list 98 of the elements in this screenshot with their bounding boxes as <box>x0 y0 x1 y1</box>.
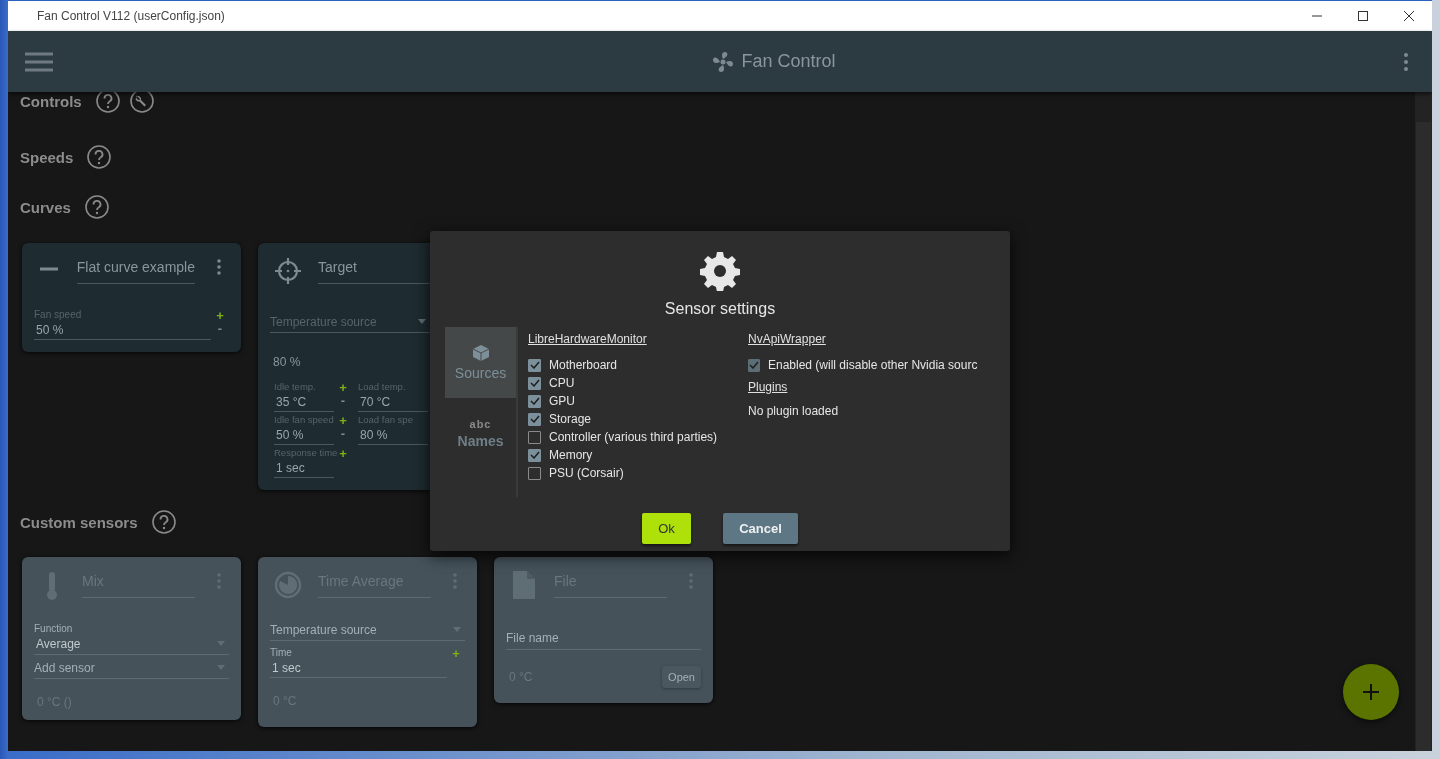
checkbox[interactable] <box>528 376 541 390</box>
increase-button[interactable]: + <box>452 647 460 660</box>
dropdown-field[interactable]: Temperature source <box>270 623 465 641</box>
dropdown-field[interactable]: Add sensor <box>34 661 229 679</box>
check-icon <box>529 361 540 369</box>
field-value: 50 % <box>275 427 305 442</box>
scrollbar[interactable] <box>1415 92 1432 751</box>
check-icon <box>529 379 540 387</box>
dropdown-arrow-icon <box>418 319 426 324</box>
check-icon <box>529 415 540 423</box>
checkbox[interactable] <box>528 430 541 444</box>
section-title: Controls <box>20 92 82 110</box>
field-label: Time <box>270 647 293 658</box>
increase-button[interactable]: + <box>339 414 347 427</box>
checkbox[interactable] <box>528 448 541 462</box>
menu-icon <box>25 51 53 72</box>
sidebar-tab[interactable]: abc Names <box>445 398 516 469</box>
checkbox-option[interactable]: GPU <box>528 392 748 410</box>
file-icon <box>513 571 535 599</box>
status-text: No plugin loaded <box>748 404 840 418</box>
check-icon <box>749 361 759 369</box>
field-value: Average <box>35 636 82 651</box>
field-value: 1 sec <box>271 660 302 675</box>
tools-button[interactable] <box>129 92 154 113</box>
help-button[interactable] <box>151 510 176 534</box>
dash-icon <box>39 267 60 271</box>
help-icon <box>95 92 120 113</box>
open-button[interactable]: Open <box>662 666 701 688</box>
checkbox[interactable] <box>528 394 541 408</box>
help-icon <box>84 195 109 219</box>
field-value: 1 sec <box>275 460 306 475</box>
thermometer-icon <box>45 571 59 601</box>
help-icon <box>87 145 112 169</box>
add-button[interactable] <box>1343 664 1399 720</box>
app-title: Fan Control <box>741 51 836 72</box>
field-value: 80 % <box>359 427 389 442</box>
dropdown-field[interactable]: Function Average <box>34 623 229 655</box>
increase-button[interactable]: + <box>339 381 347 394</box>
file-name-field[interactable]: File name <box>506 629 701 650</box>
group-heading: LibreHardwareMonitor <box>528 332 648 346</box>
dialog-title: Sensor settings <box>664 300 776 318</box>
help-button[interactable] <box>95 92 120 113</box>
checkbox[interactable] <box>528 358 541 372</box>
field-value: 70 °C <box>359 394 392 409</box>
checkbox-option[interactable]: Storage <box>528 410 748 428</box>
window-title: Fan Control V112 (userConfig.json) <box>36 9 225 23</box>
increase-button[interactable]: + <box>216 309 224 322</box>
decrease-button[interactable]: - <box>217 322 223 335</box>
settings-icon <box>700 251 740 291</box>
more-options-button[interactable] <box>1404 52 1408 71</box>
sensor-reading: 80 % <box>272 355 301 369</box>
dropdown-arrow-icon <box>453 627 461 632</box>
help-button[interactable] <box>84 195 109 219</box>
decrease-button[interactable]: - <box>340 394 346 407</box>
section-title: Curves <box>20 198 71 216</box>
plus-icon <box>1363 684 1379 700</box>
ok-button[interactable]: Ok <box>642 513 691 544</box>
maximize-icon <box>1358 11 1368 21</box>
section-title: Custom sensors <box>20 513 138 531</box>
fan-icon <box>712 50 735 73</box>
check-icon <box>529 451 540 459</box>
field-value: 35 °C <box>275 394 308 409</box>
dropdown-arrow-icon <box>217 641 225 646</box>
checkbox-option[interactable]: Motherboard <box>528 356 748 374</box>
check-icon <box>529 397 540 405</box>
increase-button[interactable]: + <box>339 447 347 460</box>
help-icon <box>151 510 176 534</box>
checkbox-option[interactable]: Memory <box>528 446 748 464</box>
group-heading: Plugins <box>748 380 789 394</box>
field-value: 50 % <box>35 322 65 337</box>
checkbox-option[interactable]: CPU <box>528 374 748 392</box>
more-options-icon <box>1404 52 1408 71</box>
group-heading: NvApiWrapper <box>748 332 827 346</box>
placeholder-text: Temperature source <box>270 623 378 637</box>
checkbox-option[interactable]: Controller (various third parties) <box>528 428 748 446</box>
cancel-button[interactable]: Cancel <box>723 513 798 544</box>
dropdown-arrow-icon <box>217 665 225 670</box>
abc-icon: abc <box>469 418 492 430</box>
section-title: Speeds <box>20 148 74 166</box>
more-options-icon <box>217 259 221 275</box>
placeholder-text: Temperature source <box>270 315 378 329</box>
placeholder-text: Add sensor <box>34 661 96 675</box>
more-options-button[interactable] <box>217 259 221 275</box>
menu-button[interactable] <box>25 51 53 72</box>
checkbox[interactable] <box>528 412 541 426</box>
cube-icon <box>471 344 490 362</box>
decrease-button[interactable]: - <box>340 427 346 440</box>
clock-icon <box>274 571 302 599</box>
wrench-icon <box>129 92 154 113</box>
number-field[interactable]: Time 1 sec <box>270 647 447 678</box>
card-title-field[interactable]: Flat curve example <box>76 253 195 284</box>
crosshair-icon <box>274 257 302 285</box>
field-label: Function <box>34 623 74 634</box>
scrollbar-thumb[interactable] <box>1416 122 1431 751</box>
checkbox-option[interactable]: PSU (Corsair) <box>528 464 748 482</box>
help-button[interactable] <box>87 145 112 169</box>
close-icon <box>1404 11 1414 21</box>
checkbox[interactable] <box>528 466 541 480</box>
